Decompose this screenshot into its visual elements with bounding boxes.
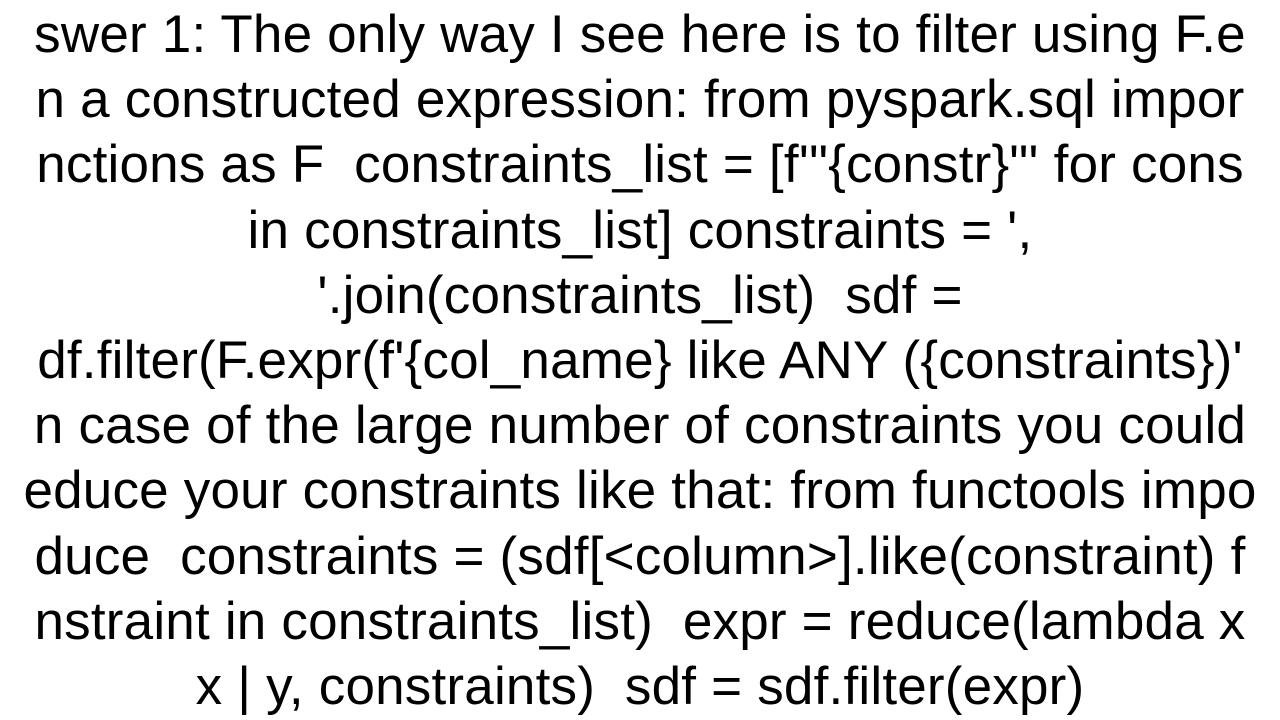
answer-text: swer 1: The only way I see here is to fi… bbox=[0, 2, 1280, 719]
